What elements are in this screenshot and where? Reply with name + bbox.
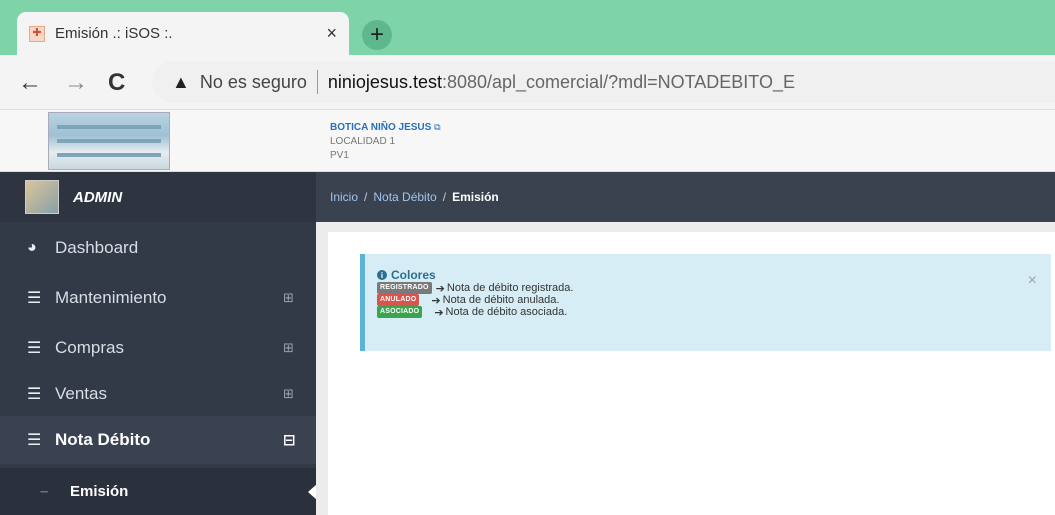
sidebar-item-ventas[interactable]: ☰ Ventas ⊞	[0, 370, 316, 418]
company-info: BOTICA NIÑO JESUS ⧉ LOCALIDAD 1 PV1	[330, 120, 441, 163]
pos-label: PV1	[330, 150, 349, 161]
arrow-right-icon: ➔	[434, 306, 444, 319]
site-favicon-icon: ✚	[29, 25, 45, 42]
warning-triangle-icon[interactable]: ▲	[172, 72, 190, 93]
url-path: :8080/apl_comercial/?mdl=NOTADEBITO_E	[441, 71, 795, 92]
new-tab-button[interactable]: +	[362, 20, 392, 50]
breadcrumb-home[interactable]: Inicio	[330, 190, 358, 204]
omnibox-divider	[316, 70, 318, 94]
company-name-link[interactable]: BOTICA NIÑO JESUS	[330, 122, 431, 133]
url-host: niniojesus.test	[327, 71, 442, 92]
close-icon[interactable]: ×	[1028, 272, 1037, 290]
status-badge-anulado: ANULADO	[377, 294, 420, 306]
expand-icon[interactable]: ⊞	[283, 340, 294, 356]
sidebar-item-mantenimiento[interactable]: ☰ Mantenimiento ⊞	[0, 274, 316, 322]
list-icon: ☰	[27, 432, 42, 449]
browser-tab-bar: ✚ Emisión .: iSOS :. × +	[0, 0, 1055, 55]
list-icon: ☰	[27, 290, 42, 307]
breadcrumb: Inicio / Nota Débito / Emisión	[330, 190, 499, 204]
back-arrow-icon[interactable]: ←	[18, 69, 42, 97]
sidebar-item-nota-debito[interactable]: ☰ Nota Débito ⊟	[0, 416, 316, 464]
external-link-icon[interactable]: ⧉	[434, 122, 440, 132]
dashboard-icon: ◕	[27, 239, 37, 256]
legend-item: REGISTRADO ➔ Nota de débito registrada.	[377, 282, 1051, 295]
main-content: i Colores × REGISTRADO ➔ Nota de débito …	[316, 222, 1055, 515]
expand-icon[interactable]: ⊞	[283, 290, 294, 306]
username: ADMIN	[73, 188, 123, 206]
tab-close-icon[interactable]: ×	[326, 23, 337, 44]
avatar	[25, 180, 59, 214]
top-navbar: ADMIN Inicio / Nota Débito / Emisión	[0, 172, 1055, 222]
reload-icon[interactable]: C	[108, 69, 125, 97]
breadcrumb-current: Emisión	[452, 190, 499, 204]
url-input[interactable]: ▲ No es seguro niniojesus.test :8080/apl…	[152, 61, 1055, 103]
user-panel[interactable]: ADMIN	[0, 172, 316, 222]
security-label[interactable]: No es seguro	[200, 72, 307, 93]
legend-item: ASOCIADO ➔ Nota de débito asociada.	[377, 306, 1051, 319]
status-badge-asociado: ASOCIADO	[377, 306, 423, 318]
alert-title: i Colores	[377, 268, 1051, 282]
colors-alert: i Colores × REGISTRADO ➔ Nota de débito …	[360, 254, 1051, 351]
list-icon: ☰	[27, 386, 42, 403]
sidebar-subitem-emision[interactable]: – Emisión	[0, 468, 317, 515]
app-header	[0, 110, 1055, 172]
list-icon: ☰	[27, 340, 42, 357]
sidebar-item-compras[interactable]: ☰ Compras ⊞	[0, 324, 316, 372]
legend-item: ANULADO ➔ Nota de débito anulada.	[377, 294, 1051, 307]
forward-arrow-icon[interactable]: →	[64, 69, 88, 97]
expand-icon[interactable]: ⊞	[283, 386, 294, 402]
sidebar: ◕ Dashboard ☰ Mantenimiento ⊞ ☰ Compras …	[0, 222, 317, 515]
breadcrumb-section[interactable]: Nota Débito	[373, 190, 436, 204]
collapse-icon[interactable]: ⊟	[283, 431, 296, 449]
browser-tab[interactable]: ✚ Emisión .: iSOS :. ×	[17, 12, 349, 55]
location-label: LOCALIDAD 1	[330, 136, 396, 147]
status-badge-registrado: REGISTRADO	[377, 282, 432, 294]
pharmacy-logo	[48, 112, 170, 170]
sidebar-item-dashboard[interactable]: ◕ Dashboard	[0, 224, 316, 272]
address-bar: ← → C ▲ No es seguro niniojesus.test :80…	[0, 55, 1055, 110]
info-icon: i	[377, 270, 387, 280]
tab-title: Emisión .: iSOS :.	[55, 25, 173, 42]
content-panel: i Colores × REGISTRADO ➔ Nota de débito …	[328, 232, 1055, 515]
